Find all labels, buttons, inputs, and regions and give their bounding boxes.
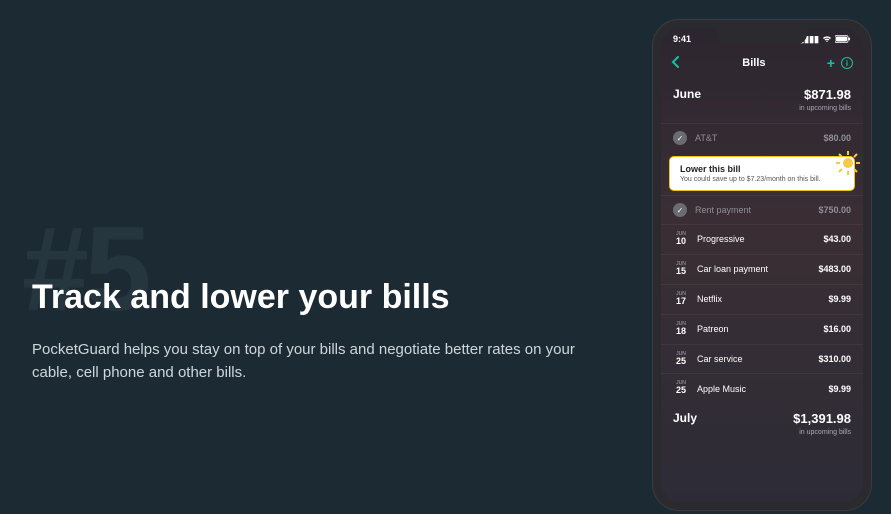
bill-amount: $483.00	[818, 264, 851, 274]
bill-name: Rent payment	[695, 205, 751, 215]
bill-name: Netflix	[697, 294, 722, 304]
bill-date: Jun 15	[673, 262, 689, 277]
bill-row[interactable]: Jun 18 Patreon $16.00	[661, 314, 863, 344]
check-icon: ✓	[673, 131, 687, 145]
month-total-sub: in upcoming bills	[799, 105, 851, 112]
bill-amount: $9.99	[828, 384, 851, 394]
bill-name: AT&T	[695, 133, 717, 143]
bill-name: Patreon	[697, 324, 729, 334]
hero-text: Track and lower your bills PocketGuard h…	[32, 278, 592, 384]
bill-row[interactable]: ✓ Rent payment $750.00	[661, 195, 863, 224]
info-button[interactable]: i	[841, 57, 853, 69]
month-label: July	[673, 411, 697, 425]
phone-frame: 9:41 ▮▮▮▮ Bills + i June	[653, 20, 871, 510]
bill-amount: $80.00	[823, 133, 851, 143]
check-icon: ✓	[673, 203, 687, 217]
month-total-amount: $1,391.98	[793, 411, 851, 426]
month-header-july: July $1,391.98 in upcoming bills	[661, 403, 863, 447]
bill-date: Jun 25	[673, 352, 689, 367]
bill-row[interactable]: Jun 10 Progressive $43.00	[661, 224, 863, 254]
screen-title: Bills	[742, 57, 765, 69]
bill-date: Jun 10	[673, 232, 689, 247]
bill-row[interactable]: Jun 25 Car service $310.00	[661, 344, 863, 374]
bill-name: Car service	[697, 354, 743, 364]
bill-date: Jun 18	[673, 322, 689, 337]
add-button[interactable]: +	[827, 55, 835, 71]
bill-amount: $310.00	[818, 354, 851, 364]
hero-headline: Track and lower your bills	[32, 278, 592, 317]
battery-icon	[835, 35, 851, 45]
bill-date: Jun 17	[673, 292, 689, 307]
bill-amount: $750.00	[818, 205, 851, 215]
bill-amount: $43.00	[823, 234, 851, 244]
month-header-june: June $871.98 in upcoming bills	[661, 79, 863, 123]
bill-row[interactable]: Jun 17 Netflix $9.99	[661, 284, 863, 314]
bill-row[interactable]: Jun 25 Apple Music $9.99	[661, 373, 863, 403]
bill-name: Apple Music	[697, 384, 746, 394]
bill-amount: $9.99	[828, 294, 851, 304]
wifi-icon	[822, 35, 832, 45]
bill-row[interactable]: ✓ AT&T $80.00	[661, 123, 863, 152]
bill-date: Jun 25	[673, 381, 689, 396]
status-indicators: ▮▮▮▮	[799, 34, 851, 45]
status-time: 9:41	[673, 34, 691, 45]
phone-notch	[717, 28, 807, 44]
bill-amount: $16.00	[823, 324, 851, 334]
back-button[interactable]	[671, 55, 681, 71]
callout-title: Lower this bill	[680, 164, 844, 174]
bill-name: Car loan payment	[697, 264, 768, 274]
phone-screen: 9:41 ▮▮▮▮ Bills + i June	[661, 28, 863, 502]
callout-sub: You could save up to $7.23/month on this…	[680, 176, 844, 183]
sun-icon	[836, 151, 860, 175]
month-total-sub: in upcoming bills	[799, 429, 851, 436]
month-label: June	[673, 87, 701, 101]
hero-description: PocketGuard helps you stay on top of you…	[32, 339, 592, 384]
lower-bill-callout[interactable]: Lower this bill You could save up to $7.…	[669, 156, 855, 191]
app-topbar: Bills + i	[661, 45, 863, 79]
bill-row[interactable]: Jun 15 Car loan payment $483.00	[661, 254, 863, 284]
bill-name: Progressive	[697, 234, 745, 244]
month-total-amount: $871.98	[799, 87, 851, 102]
